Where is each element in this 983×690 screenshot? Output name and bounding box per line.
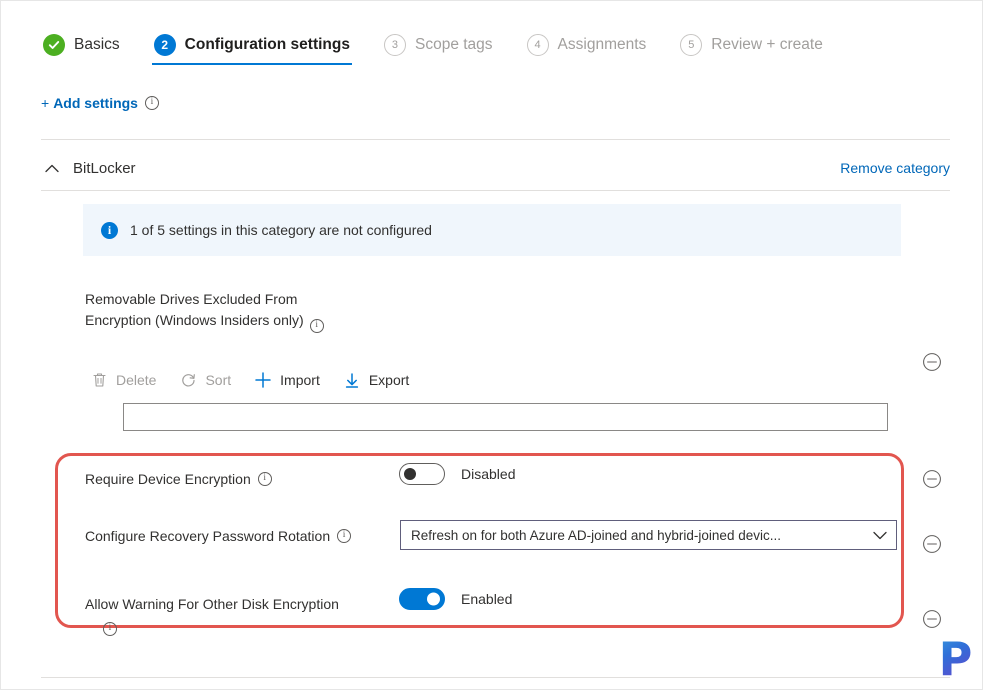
wizard-step-label: Review + create [711,36,823,53]
allow-warning-other-disk-encryption-control: Enabled [399,588,512,610]
wizard-step-label: Assignments [557,36,647,53]
removable-drives-value-input[interactable] [123,403,888,431]
add-settings-label: Add settings [53,95,138,111]
delete-button[interactable]: Delete [89,366,156,394]
wizard-step-review-create[interactable]: 5 Review + create [678,23,825,67]
divider [41,677,950,678]
import-label: Import [280,372,320,388]
dropdown-selected-value: Refresh on for both Azure AD-joined and … [411,527,781,543]
wizard-step-assignments[interactable]: 4 Assignments [525,23,649,67]
active-tab-underline [151,63,352,65]
setting-row-configure-recovery-password-rotation: Configure Recovery Password Rotation i [85,520,352,552]
wizard-step-configuration-settings[interactable]: 2 Configuration settings [151,23,352,67]
setting-label: Configure Recovery Password Rotation [85,528,331,544]
info-icon[interactable]: i [257,472,272,486]
sort-label: Sort [205,372,232,388]
banner-message: 1 of 5 settings in this category are not… [130,222,432,238]
plus-icon: + [41,95,50,111]
configuration-profile-page: Basics 2 Configuration settings 3 Scope … [0,0,983,690]
check-circle-icon [43,34,65,56]
info-icon[interactable]: i [309,318,324,333]
setting-label: Require Device Encryption [85,471,251,487]
toggle-switch[interactable] [399,588,445,610]
chevron-up-icon[interactable] [41,157,63,179]
not-configured-banner: i 1 of 5 settings in this category are n… [83,204,901,256]
remove-setting-icon[interactable] [922,469,942,489]
wizard-step-label: Configuration settings [184,36,350,53]
divider [41,139,950,140]
site-watermark-logo: P [930,630,980,688]
toggle-state-label: Enabled [461,591,513,607]
import-button[interactable]: Import [253,366,320,394]
step-number-badge: 2 [153,34,176,56]
plus-icon [253,370,273,390]
info-icon: i [101,221,118,239]
info-icon[interactable]: i [144,96,159,110]
require-device-encryption-control: Disabled [399,463,515,485]
step-number-badge: 4 [526,34,549,56]
toggle-switch[interactable] [399,463,445,485]
label-line-2: Encryption (Windows Insiders only) [85,312,304,328]
category-header: BitLocker Remove category [41,153,950,183]
list-command-bar: Delete Sort Import Export [89,366,431,394]
setting-row-allow-warning-other-disk-encryption: Allow Warning For Other Disk Encryption [85,588,339,620]
chevron-down-icon [872,527,888,543]
add-settings-button[interactable]: + Add settings i [41,95,159,111]
step-number-badge: 3 [383,34,406,56]
label-line-1: Removable Drives Excluded From [85,291,298,307]
remove-setting-icon[interactable] [922,352,942,372]
wizard-step-label: Basics [74,36,120,53]
remove-setting-icon[interactable] [922,609,942,629]
wizard-step-basics[interactable]: Basics [41,23,122,67]
remove-setting-icon[interactable] [922,534,942,554]
sort-refresh-icon [178,370,198,390]
download-arrow-icon [342,370,362,390]
recovery-password-rotation-dropdown[interactable]: Refresh on for both Azure AD-joined and … [400,520,897,550]
wizard-step-scope-tags[interactable]: 3 Scope tags [382,23,495,67]
export-button[interactable]: Export [342,366,409,394]
trash-icon [89,370,109,390]
delete-label: Delete [116,372,157,388]
divider [41,190,950,191]
toggle-knob [404,468,416,480]
category-title: BitLocker [73,159,136,177]
step-number-badge: 5 [680,34,703,56]
export-label: Export [368,372,410,388]
remove-category-link[interactable]: Remove category [840,160,950,176]
wizard-step-label: Scope tags [414,36,493,53]
info-icon[interactable]: i [103,622,117,636]
setting-row-require-device-encryption: Require Device Encryption i [85,463,272,495]
toggle-knob [427,592,440,606]
info-icon[interactable]: i [337,529,352,543]
setting-label: Allow Warning For Other Disk Encryption [85,596,339,612]
toggle-state-label: Disabled [461,466,516,482]
wizard-step-nav: Basics 2 Configuration settings 3 Scope … [41,23,855,69]
removable-drives-setting-label: Removable Drives Excluded From Encryptio… [85,289,385,333]
sort-button[interactable]: Sort [178,366,231,394]
